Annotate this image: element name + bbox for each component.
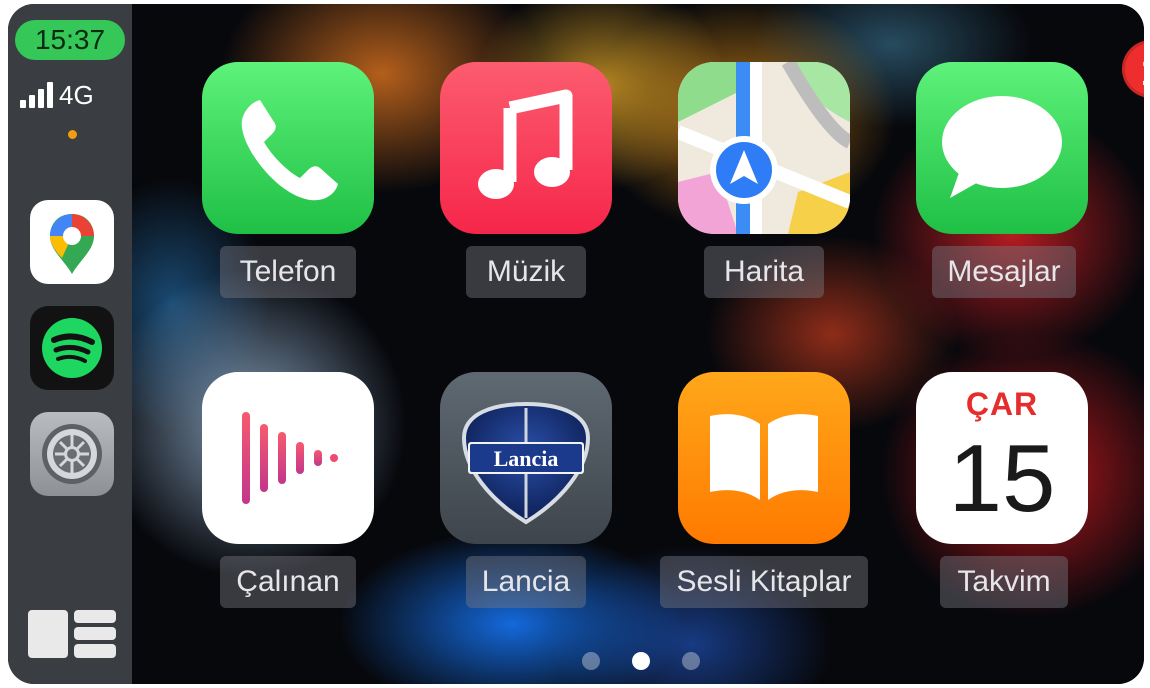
maps-icon — [678, 62, 850, 234]
app-label-takvim: Takvim — [940, 556, 1068, 608]
app-label-telefon: Telefon — [220, 246, 356, 298]
dock-google-maps[interactable] — [30, 200, 114, 284]
page-dot-2[interactable] — [632, 652, 650, 670]
page-indicator[interactable] — [582, 652, 700, 670]
lancia-app[interactable]: Lancia — [440, 372, 612, 544]
app-label-lancia: Lancia — [466, 556, 586, 608]
app-label-muzik: Müzik — [466, 246, 586, 298]
now-playing-app[interactable] — [202, 372, 374, 544]
network-type: 4G — [59, 79, 94, 110]
audiobooks-app[interactable] — [678, 372, 850, 544]
activity-indicator-dot — [68, 130, 77, 139]
wallpaper: Telefon Müzik Harita Mesajlar Çalınan La… — [132, 4, 1144, 684]
maps-app[interactable] — [678, 62, 850, 234]
music-app[interactable] — [440, 62, 612, 234]
status-time[interactable]: 15:37 — [15, 20, 125, 60]
spotify-icon — [30, 306, 114, 390]
signal-bars-icon — [20, 82, 53, 108]
messages-app[interactable] — [916, 62, 1088, 234]
app-label-sesli-kitaplar: Sesli Kitaplar — [660, 556, 868, 608]
calendar-app[interactable]: ÇAR 15 — [916, 372, 1088, 544]
lancia-wordmark: Lancia — [493, 446, 559, 471]
music-note-icon — [440, 62, 612, 234]
phone-icon — [202, 62, 374, 234]
message-bubble-icon — [916, 62, 1088, 234]
sidebar-dock: 15:37 4G — [8, 4, 132, 684]
now-playing-waveform-icon — [202, 372, 374, 544]
page-dot-1[interactable] — [582, 652, 600, 670]
app-label-calinan: Çalınan — [220, 556, 356, 608]
google-maps-icon — [30, 200, 114, 284]
page-dot-3[interactable] — [682, 652, 700, 670]
dock-settings[interactable] — [30, 412, 114, 496]
app-label-harita: Harita — [704, 246, 824, 298]
app-label-mesajlar: Mesajlar — [932, 246, 1076, 298]
dock-spotify[interactable] — [30, 306, 114, 390]
calendar-date: 15 — [948, 425, 1056, 532]
dashboard-layout-icon[interactable] — [28, 608, 116, 660]
carplay-screen: Telefon Müzik Harita Mesajlar Çalınan La… — [8, 4, 1144, 684]
settings-gear-icon — [30, 412, 114, 496]
phone-app[interactable] — [202, 62, 374, 234]
notification-badge: 144 — [1122, 40, 1144, 98]
calendar-weekday: ÇAR — [965, 386, 1039, 422]
signal-status: 4G — [20, 80, 94, 110]
book-icon — [678, 372, 850, 544]
